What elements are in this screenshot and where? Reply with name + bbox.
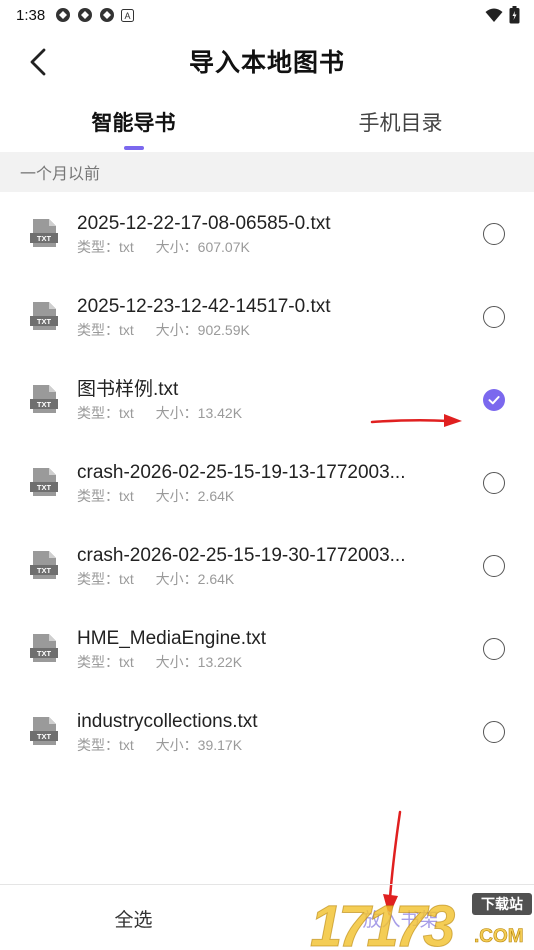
file-type: 类型：txt — [77, 488, 134, 504]
file-icon-label: TXT — [37, 317, 52, 326]
wifi-icon — [485, 8, 503, 22]
file-checkbox[interactable] — [483, 555, 505, 577]
file-list-item[interactable]: TXT 2025-12-23-12-42-14517-0.txt 类型：txt … — [0, 275, 534, 358]
file-icon-label: TXT — [37, 234, 52, 243]
status-bar: 1:38 A — [0, 0, 534, 30]
file-checkbox[interactable] — [483, 472, 505, 494]
file-checkbox[interactable] — [483, 638, 505, 660]
file-checkbox[interactable] — [483, 306, 505, 328]
txt-file-icon: TXT — [30, 302, 58, 330]
tab-label: 智能导书 — [91, 112, 176, 135]
file-type: 类型：txt — [77, 405, 134, 421]
file-meta: 类型：txt 大小：902.59K — [77, 321, 447, 339]
file-info: 2025-12-22-17-08-06585-0.txt 类型：txt 大小：6… — [77, 212, 447, 256]
file-name: 图书样例.txt — [77, 379, 179, 400]
file-name: 2025-12-23-12-42-14517-0.txt — [77, 296, 331, 317]
file-checkbox[interactable] — [483, 721, 505, 743]
tab-label: 手机目录 — [358, 112, 443, 135]
txt-file-icon: TXT — [30, 634, 58, 662]
file-meta: 类型：txt 大小：13.22K — [77, 653, 447, 671]
file-name: crash-2026-02-25-15-19-30-1772003... — [77, 545, 406, 566]
file-icon-label: TXT — [37, 649, 52, 658]
file-type: 类型：txt — [77, 239, 134, 255]
svg-text:A: A — [125, 11, 131, 21]
file-type: 类型：txt — [77, 654, 134, 670]
file-type: 类型：txt — [77, 322, 134, 338]
file-size: 大小：13.42K — [155, 405, 243, 421]
txt-file-icon: TXT — [30, 717, 58, 745]
file-list-item[interactable]: TXT 2025-12-22-17-08-06585-0.txt 类型：txt … — [0, 192, 534, 275]
file-meta: 类型：txt 大小：607.07K — [77, 238, 447, 256]
file-info: HME_MediaEngine.txt 类型：txt 大小：13.22K — [77, 627, 447, 671]
watermark-domain: .COM — [474, 926, 524, 947]
file-size: 大小：607.07K — [155, 239, 250, 255]
file-size: 大小：902.59K — [155, 322, 250, 338]
file-checkbox-checked[interactable] — [483, 389, 505, 411]
file-list: TXT 2025-12-22-17-08-06585-0.txt 类型：txt … — [0, 192, 534, 773]
file-name: 2025-12-22-17-08-06585-0.txt — [77, 213, 331, 234]
file-name: HME_MediaEngine.txt — [77, 628, 267, 649]
txt-file-icon: TXT — [30, 551, 58, 579]
site-watermark-logo: 17173 下载站 .COM — [310, 893, 532, 950]
file-icon-label: TXT — [37, 566, 52, 575]
file-info: crash-2026-02-25-15-19-13-1772003... 类型：… — [77, 461, 447, 505]
status-time: 1:38 — [16, 6, 46, 24]
file-list-item[interactable]: TXT HME_MediaEngine.txt 类型：txt 大小：13.22K — [0, 607, 534, 690]
file-icon-label: TXT — [37, 400, 52, 409]
app-notification-icon — [56, 8, 71, 22]
tab-bar: 智能导书 手机目录 — [0, 92, 534, 152]
status-right — [485, 6, 520, 24]
tab-phone-directory[interactable]: 手机目录 — [267, 92, 534, 152]
watermark-badge: 下载站 — [481, 896, 523, 913]
file-list-item[interactable]: TXT crash-2026-02-25-15-19-30-1772003...… — [0, 524, 534, 607]
notification-icons: A — [55, 7, 135, 23]
file-type: 类型：txt — [77, 737, 134, 753]
file-meta: 类型：txt 大小：2.64K — [77, 487, 447, 505]
tab-smart-import[interactable]: 智能导书 — [0, 92, 267, 152]
app-notification-icon — [100, 8, 115, 22]
file-size: 大小：2.64K — [155, 571, 235, 587]
app-bar: 导入本地图书 — [0, 30, 534, 92]
txt-file-icon: TXT — [30, 219, 58, 247]
watermark-number: 17173 — [310, 894, 455, 950]
txt-file-icon: TXT — [30, 468, 58, 496]
file-meta: 类型：txt 大小：39.17K — [77, 736, 447, 754]
select-all-button[interactable]: 全选 — [0, 885, 267, 950]
file-size: 大小：13.22K — [155, 654, 243, 670]
a-notification-icon: A — [121, 8, 135, 22]
page-title: 导入本地图书 — [188, 49, 345, 77]
tab-active-indicator — [123, 146, 144, 150]
file-name: crash-2026-02-25-15-19-13-1772003... — [77, 462, 406, 483]
section-header: 一个月以前 — [0, 152, 534, 192]
file-icon-label: TXT — [37, 483, 52, 492]
file-size: 大小：39.17K — [155, 737, 243, 753]
file-info: crash-2026-02-25-15-19-30-1772003... 类型：… — [77, 544, 447, 588]
txt-file-icon: TXT — [30, 385, 58, 413]
file-info: 2025-12-23-12-42-14517-0.txt 类型：txt 大小：9… — [77, 295, 447, 339]
chevron-left-icon — [30, 48, 46, 76]
file-name: industrycollections.txt — [77, 711, 258, 732]
back-button[interactable] — [18, 42, 58, 82]
app-notification-icon — [78, 8, 93, 22]
check-icon — [488, 396, 500, 405]
file-size: 大小：2.64K — [155, 488, 235, 504]
file-icon-label: TXT — [37, 732, 52, 741]
file-type: 类型：txt — [77, 571, 134, 587]
file-checkbox[interactable] — [483, 223, 505, 245]
file-meta: 类型：txt 大小：2.64K — [77, 570, 447, 588]
annotation-arrow-right — [370, 414, 462, 427]
file-list-item[interactable]: TXT crash-2026-02-25-15-19-13-1772003...… — [0, 441, 534, 524]
file-info: industrycollections.txt 类型：txt 大小：39.17K — [77, 710, 447, 754]
file-list-item[interactable]: TXT industrycollections.txt 类型：txt 大小：39… — [0, 690, 534, 773]
battery-icon — [509, 6, 520, 24]
